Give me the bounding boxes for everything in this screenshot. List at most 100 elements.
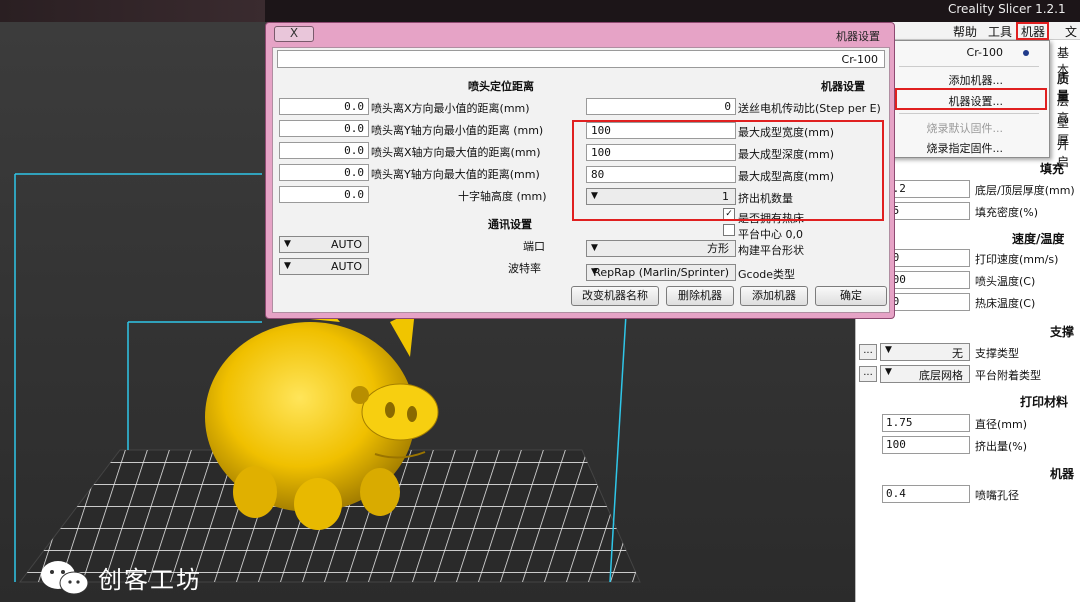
bed-temp-input[interactable]: 60 xyxy=(882,293,970,311)
max-depth-input[interactable]: 100 xyxy=(586,144,736,161)
head-ymin-input[interactable]: 0.0 xyxy=(279,120,369,137)
serial-port-select[interactable]: ▼ AUTO xyxy=(279,236,369,253)
machine-settings-label: 机器设置... xyxy=(948,95,1004,108)
head-ymin-label: 喷头离Y轴方向最小值的距离 (mm) xyxy=(371,124,544,137)
print-speed-label: 打印速度(mm/s) xyxy=(975,253,1059,266)
heated-bed-label: 是否拥有热床 xyxy=(738,212,804,225)
flash-default-label: 烧录默认固件... xyxy=(926,122,1004,135)
bed-shape-select[interactable]: ▼ 方形 xyxy=(586,240,736,257)
nozzle-size-label: 喷嘴孔径 xyxy=(975,489,1019,502)
max-height-input[interactable]: 80 xyxy=(586,166,736,183)
gcode-flavor-label: Gcode类型 xyxy=(738,268,796,281)
chevron-down-icon: ▼ xyxy=(284,239,291,249)
menu-item-flash-custom[interactable]: 烧录指定固件... xyxy=(891,137,1049,157)
extruder-count-label: 挤出机数量 xyxy=(738,192,793,205)
fill-section-title: 填充 xyxy=(1040,162,1065,176)
machine-settings-dialog: X 机器设置 Cr-100 机器设置 送丝电机传动比(Step per E) 0… xyxy=(265,22,895,319)
add-machine-button[interactable]: 添加机器 xyxy=(740,286,808,306)
extruder-count-select[interactable]: ▼ 1 xyxy=(586,188,736,205)
chevron-down-icon: ▼ xyxy=(591,191,598,201)
window-title: Creality Slicer 1.2.1 xyxy=(948,2,1066,16)
baudrate-select[interactable]: ▼ AUTO xyxy=(279,258,369,275)
head-xmin-label: 喷头离X方向最小值的距离(mm) xyxy=(371,102,530,115)
menu-item-profile-label: Cr-100 xyxy=(966,46,1003,59)
rename-machine-button[interactable]: 改变机器名称 xyxy=(571,286,659,306)
machine-menu-dropdown: Cr-100 添加机器... 机器设置... 烧录默认固件... 烧录指定固件.… xyxy=(890,40,1050,158)
menu-machine[interactable]: 机器 xyxy=(1018,23,1048,40)
support-type-label: 支撑类型 xyxy=(975,347,1019,360)
wechat-icon xyxy=(38,557,92,597)
serial-port-label: 端口 xyxy=(523,240,545,253)
remove-machine-button[interactable]: 删除机器 xyxy=(666,286,734,306)
add-machine-label: 添加机器... xyxy=(948,74,1004,87)
max-width-input[interactable]: 100 xyxy=(586,122,736,139)
fill-density-label: 填充密度(%) xyxy=(975,206,1039,219)
chevron-down-icon: ▼ xyxy=(885,367,892,377)
watermark: 创客工坊 xyxy=(38,557,202,597)
support-type-select[interactable]: ▼ 无 xyxy=(880,343,970,361)
gantry-height-label: 十字轴高度 (mm) xyxy=(458,190,547,203)
flow-input[interactable]: 100 xyxy=(882,436,970,454)
print-speed-input[interactable]: 50 xyxy=(882,249,970,267)
chevron-down-icon: ▼ xyxy=(284,261,291,271)
heated-bed-checkbox[interactable]: ✓ xyxy=(723,208,735,220)
adhesion-type-select[interactable]: ▼ 底层网格 xyxy=(880,365,970,383)
menu-item-add-machine[interactable]: 添加机器... xyxy=(891,69,1049,89)
bottom-top-thickness-input[interactable]: 1.2 xyxy=(882,180,970,198)
head-settings-heading: 喷头定位距离 xyxy=(468,80,534,93)
gcode-flavor-select[interactable]: ▼ RepRap (Marlin/Sprinter) xyxy=(586,264,736,281)
steps-label: 送丝电机传动比(Step per E) xyxy=(738,102,881,115)
head-xmin-input[interactable]: 0.0 xyxy=(279,98,369,115)
dialog-title: 机器设置 xyxy=(836,30,880,43)
menu-separator xyxy=(899,66,1039,67)
close-button[interactable]: X xyxy=(274,26,314,42)
menu-separator xyxy=(899,113,1039,114)
machine-section-title: 机器 xyxy=(1050,467,1075,481)
nozzle-temp-label: 喷头温度(C) xyxy=(975,275,1036,288)
flash-custom-label: 烧录指定固件... xyxy=(926,142,1004,155)
nozzle-temp-input[interactable]: 200 xyxy=(882,271,970,289)
head-ymax-input[interactable]: 0.0 xyxy=(279,164,369,181)
tab-machine-profile[interactable]: Cr-100 xyxy=(842,53,878,66)
bed-shape-label: 构建平台形状 xyxy=(738,244,804,257)
bottom-top-thickness-label: 底层/顶层厚度(mm) xyxy=(975,184,1075,197)
window-titlebar: Creality Slicer 1.2.1 xyxy=(0,0,1080,22)
head-ymax-label: 喷头离Y轴方向最大值的距离(mm) xyxy=(371,168,540,181)
chevron-down-icon: ▼ xyxy=(591,243,598,253)
titlebar-stripe xyxy=(0,0,265,22)
bed-temp-label: 热床温度(C) xyxy=(975,297,1036,310)
support-type-value: 无 xyxy=(952,347,963,360)
flow-label: 挤出量(%) xyxy=(975,440,1028,453)
baudrate-value: AUTO xyxy=(331,260,362,273)
support-section-title: 支撑 xyxy=(1050,325,1075,339)
max-depth-label: 最大成型深度(mm) xyxy=(738,148,835,161)
menu-tools[interactable]: 工具 xyxy=(985,23,1015,40)
machine-settings-heading: 机器设置 xyxy=(821,80,865,93)
adhesion-options-button[interactable]: ... xyxy=(859,366,877,382)
ok-button[interactable]: 确定 xyxy=(815,286,887,306)
watermark-text: 创客工坊 xyxy=(98,565,202,594)
material-section-title: 打印材料 xyxy=(1020,395,1069,409)
menu-item-flash-default[interactable]: 烧录默认固件... xyxy=(891,117,1049,137)
support-options-button[interactable]: ... xyxy=(859,344,877,360)
gantry-height-input[interactable]: 0.0 xyxy=(279,186,369,203)
extruder-count-value: 1 xyxy=(722,190,729,203)
bed-shape-value: 方形 xyxy=(707,242,729,255)
diameter-input[interactable]: 1.75 xyxy=(882,414,970,432)
adhesion-type-label: 平台附着类型 xyxy=(975,369,1041,382)
steps-input[interactable]: 0 xyxy=(586,98,736,115)
gcode-flavor-value: RepRap (Marlin/Sprinter) xyxy=(593,266,729,279)
platform-center-checkbox[interactable] xyxy=(723,224,735,236)
fill-density-input[interactable]: 15 xyxy=(882,202,970,220)
menu-item-profile[interactable]: Cr-100 xyxy=(891,43,1049,63)
menu-help[interactable]: 帮助 xyxy=(950,23,980,40)
serial-port-value: AUTO xyxy=(331,238,362,251)
head-xmax-label: 喷头离X轴方向最大值的距离(mm) xyxy=(371,146,541,159)
adhesion-type-value: 底层网格 xyxy=(919,369,963,382)
menu-item-machine-settings[interactable]: 机器设置... xyxy=(891,90,1049,110)
baudrate-label: 波特率 xyxy=(508,262,541,275)
max-height-label: 最大成型高度(mm) xyxy=(738,170,835,183)
comm-settings-heading: 通讯设置 xyxy=(488,218,532,231)
head-xmax-input[interactable]: 0.0 xyxy=(279,142,369,159)
nozzle-size-input[interactable]: 0.4 xyxy=(882,485,970,503)
